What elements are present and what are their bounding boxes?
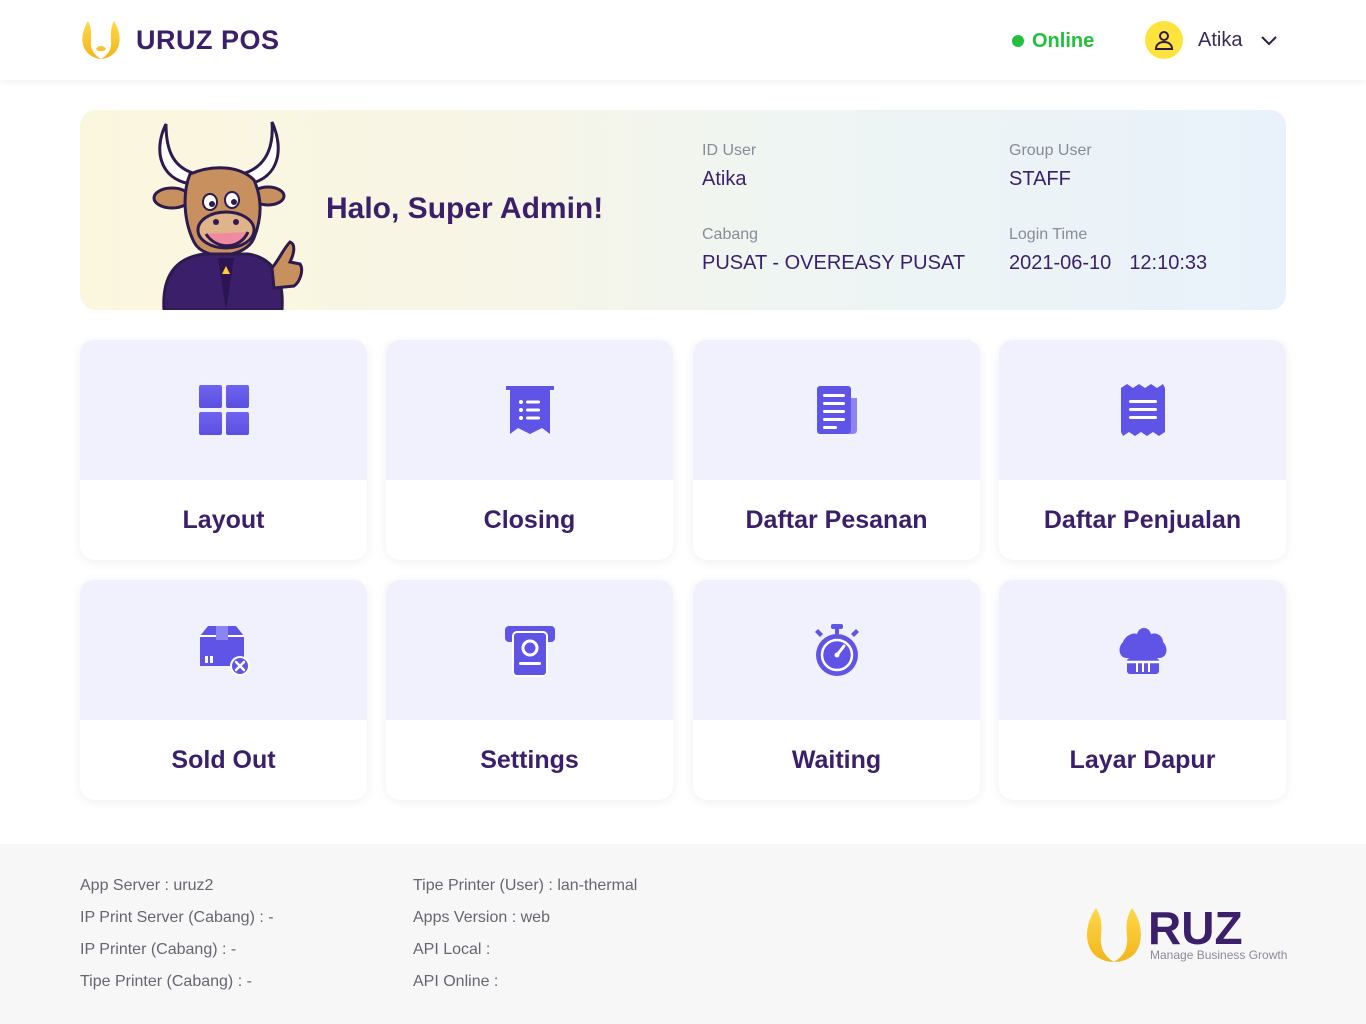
footer-logo-text: RUZ [1148, 906, 1243, 954]
status-text: Online [1032, 29, 1095, 52]
footer: App Server : uruz2 IP Print Server (Caba… [0, 844, 1366, 1024]
uruz-horns-logo-icon [82, 21, 120, 59]
tile-label: Sold Out [171, 745, 276, 774]
user-menu[interactable]: Atika [1145, 20, 1280, 60]
footer-left-info: App Server : uruz2 IP Print Server (Caba… [80, 876, 274, 1004]
sales-receipt-icon [1120, 384, 1165, 436]
cabang-label: Cabang [702, 226, 759, 243]
brand[interactable]: URUZ POS [80, 18, 280, 62]
cabang-value: PUSAT - OVEREASY PUSAT [702, 252, 966, 274]
grid-icon [198, 385, 249, 435]
group-user-label: Group User [1009, 142, 1092, 159]
login-time-label: Login Time [1009, 226, 1088, 243]
user-name: Atika [1198, 28, 1243, 51]
box-x-icon [199, 626, 250, 676]
printer-settings-icon [504, 626, 555, 677]
footer-line: Tipe Printer (Cabang) : - [80, 973, 252, 990]
footer-line: IP Print Server (Cabang) : - [80, 909, 274, 926]
login-time-block: Login Time 2021-06-10 12:10:33 [1009, 226, 1207, 275]
bull-mascot-icon [152, 121, 304, 310]
footer-line: Apps Version : web [413, 909, 550, 926]
group-user-value: STAFF [1009, 168, 1071, 190]
welcome-banner: Halo, Super Admin! ID User Atika Group U… [80, 110, 1286, 310]
receipt-list-icon [505, 386, 554, 434]
greeting: Halo, Super Admin! [326, 192, 604, 225]
menu-tile-settings[interactable]: Settings [386, 580, 673, 800]
tile-label: Daftar Pesanan [745, 505, 928, 534]
tile-label: Waiting [791, 745, 882, 774]
menu-tile-closing[interactable]: Closing [386, 340, 673, 560]
tile-label: Closing [483, 505, 576, 534]
id-user-label: ID User [702, 142, 757, 159]
menu-tile-daftar-penjualan[interactable]: Daftar Penjualan [999, 340, 1286, 560]
tile-icon-area [386, 340, 673, 480]
tile-label: Settings [480, 745, 579, 774]
footer-right-info: Tipe Printer (User) : lan-thermal Apps V… [413, 876, 637, 1004]
document-list-icon [816, 386, 857, 434]
menu-tile-daftar-pesanan[interactable]: Daftar Pesanan [693, 340, 980, 560]
menu-tile-layout[interactable]: Layout [80, 340, 367, 560]
menu-tile-layar-dapur[interactable]: Layar Dapur [999, 580, 1286, 800]
id-user-block: ID User Atika [702, 142, 756, 191]
tile-label: Daftar Penjualan [1043, 505, 1242, 534]
footer-line: IP Printer (Cabang) : - [80, 941, 237, 958]
tile-icon-area [999, 580, 1286, 720]
menu-tile-sold-out[interactable]: Sold Out [80, 580, 367, 800]
user-icon [1154, 31, 1174, 50]
footer-line: API Online : [413, 973, 499, 990]
tile-label: Layout [182, 505, 265, 534]
online-dot-icon [1012, 35, 1024, 47]
cabang-block: Cabang PUSAT - OVEREASY PUSAT [702, 226, 965, 275]
tile-icon-area [999, 340, 1286, 480]
footer-line: API Local : [413, 941, 491, 958]
top-header: URUZ POS Online Atika [0, 0, 1366, 80]
menu-tile-waiting[interactable]: Waiting [693, 580, 980, 800]
avatar[interactable] [1145, 21, 1183, 59]
tile-icon-area [80, 340, 367, 480]
tile-icon-area [386, 580, 673, 720]
tile-icon-area [80, 580, 367, 720]
tile-icon-area [693, 580, 980, 720]
footer-line: App Server : uruz2 [80, 877, 214, 894]
footer-tagline: Manage Business Growth [1150, 948, 1288, 962]
online-status: Online [1012, 28, 1094, 54]
chef-hat-icon [1119, 628, 1166, 674]
group-user-block: Group User STAFF [1009, 142, 1092, 191]
chevron-down-icon[interactable] [1258, 29, 1280, 51]
login-clock: 12:10:33 [1129, 252, 1208, 274]
footer-line: Tipe Printer (User) : lan-thermal [413, 877, 638, 894]
tile-label: Layar Dapur [1069, 745, 1216, 774]
app-title: URUZ POS [136, 24, 280, 55]
login-date: 2021-06-10 [1009, 252, 1112, 274]
id-user-value: Atika [702, 168, 747, 190]
stopwatch-icon [814, 624, 859, 676]
login-time-value: 2021-06-10 12:10:33 [1009, 252, 1207, 275]
tile-icon-area [693, 340, 980, 480]
